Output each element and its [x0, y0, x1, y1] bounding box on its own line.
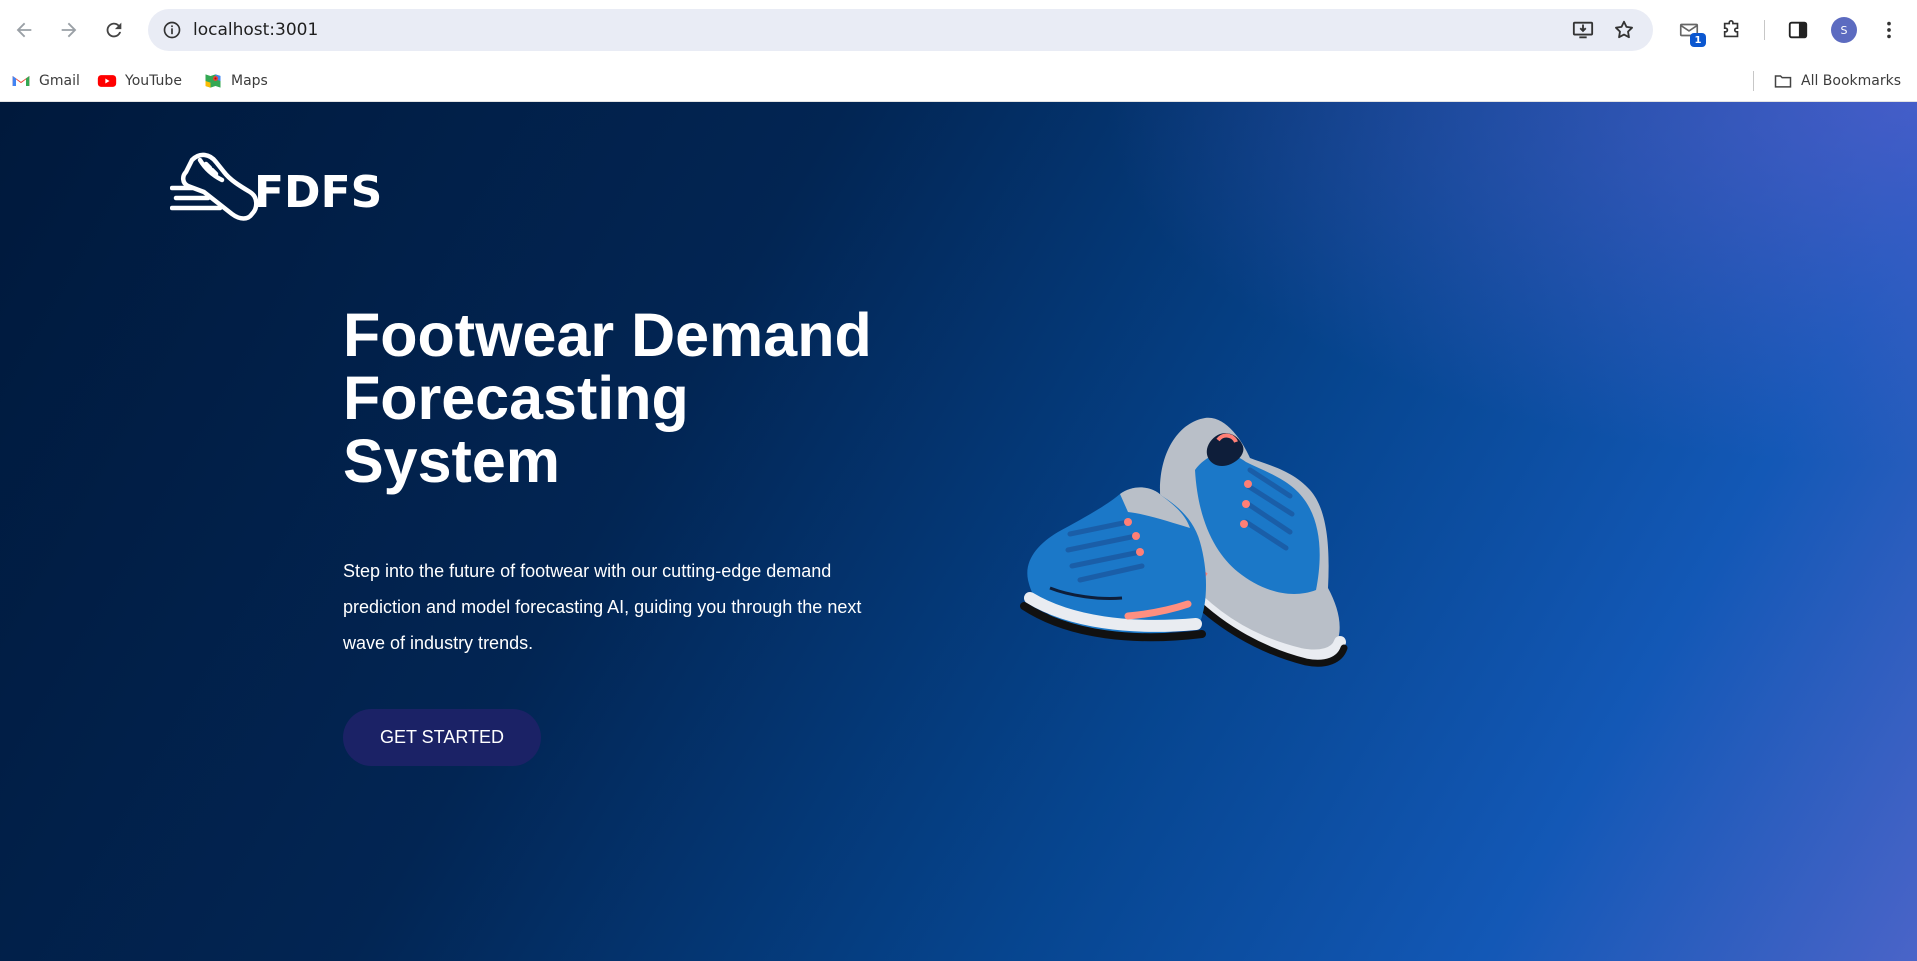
bookmark-youtube[interactable]: YouTube [97, 70, 182, 92]
arrow-left-icon [16, 22, 32, 38]
bookmark-gmail[interactable]: Gmail [11, 70, 80, 92]
bookmark-maps[interactable]: Maps [203, 70, 268, 92]
site-info-icon[interactable] [156, 14, 188, 46]
reload-icon [106, 22, 122, 38]
reload-button[interactable] [96, 12, 132, 48]
folder-icon [1774, 75, 1792, 88]
toolbar-divider [1764, 20, 1765, 40]
bookmark-label: Maps [231, 73, 268, 89]
address-bar[interactable]: localhost:3001 [148, 9, 1653, 51]
logo-text: FDFS [254, 166, 383, 218]
bookmark-label: YouTube [125, 73, 182, 89]
star-icon[interactable] [1609, 15, 1639, 45]
get-started-button[interactable]: GET STARTED [343, 709, 541, 766]
extension-mail-icon[interactable]: 1 [1672, 13, 1706, 47]
extensions-puzzle-icon[interactable] [1715, 13, 1749, 47]
install-app-icon[interactable] [1568, 15, 1598, 45]
hero-title: Footwear Demand Forecasting System [343, 304, 943, 493]
menu-kebab-icon[interactable] [1872, 13, 1906, 47]
hero-section: FDFS Footwear Demand Forecasting System … [0, 102, 1917, 961]
gmail-icon [12, 76, 30, 86]
site-logo[interactable]: FDFS [170, 150, 382, 234]
hero-title-line: Footwear Demand [343, 301, 872, 369]
hero-title-line: Forecasting [343, 364, 689, 432]
profile-avatar[interactable]: S [1831, 17, 1857, 43]
browser-toolbar: localhost:3001 1 S [0, 0, 1917, 60]
front-shoe [1020, 487, 1206, 642]
sneakers-image [1020, 417, 1348, 667]
bookmarks-bar: Gmail YouTube Maps All Bookmarks [0, 60, 1917, 102]
url-text[interactable]: localhost:3001 [193, 20, 318, 40]
forward-button[interactable] [51, 12, 87, 48]
side-panel-icon[interactable] [1781, 13, 1815, 47]
running-shoe-logo-icon [170, 152, 259, 221]
bookmark-label: Gmail [39, 73, 80, 89]
bookmarks-divider [1753, 71, 1754, 91]
hero-title-line: System [343, 427, 561, 495]
youtube-icon [97, 75, 117, 87]
back-button[interactable] [6, 12, 42, 48]
extension-badge: 1 [1690, 33, 1706, 47]
maps-icon [205, 74, 221, 88]
arrow-right-icon [61, 22, 77, 38]
all-bookmarks-label: All Bookmarks [1801, 73, 1902, 89]
hero-description: Step into the future of footwear with ou… [343, 561, 862, 653]
all-bookmarks-button[interactable]: All Bookmarks [1773, 70, 1901, 92]
